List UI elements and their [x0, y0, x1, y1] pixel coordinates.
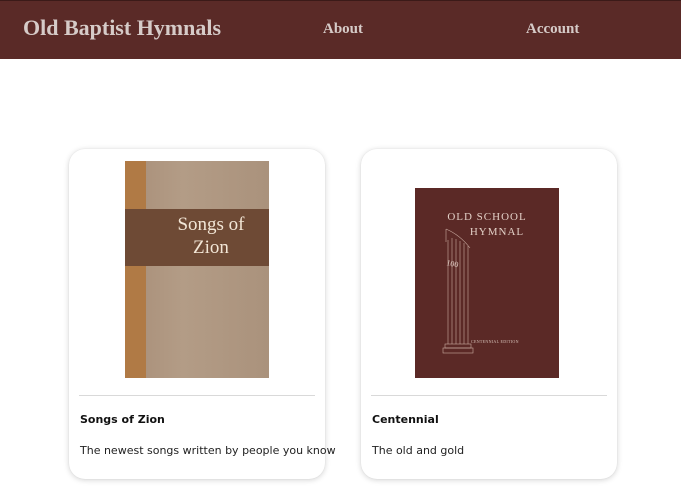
card-divider [79, 395, 315, 396]
cover-title-text: Songs of Zion [153, 213, 269, 259]
book-cover-image: OLD SCHOOL HYMNAL 100 CENTENNIAL EDITION [415, 188, 559, 378]
card-divider [371, 395, 607, 396]
column-number-text: 100 [446, 258, 460, 269]
nav-link-about[interactable]: About [323, 21, 363, 38]
pillar-illustration-icon: 100 [442, 228, 474, 354]
page: Old Baptist Hymnals About Account Songs … [0, 0, 681, 486]
card-description: The newest songs written by people you k… [80, 444, 336, 457]
cover-title-line-1: Songs of [177, 214, 245, 235]
cover-spine [125, 161, 146, 378]
book-cover-image: Songs of Zion [125, 161, 269, 378]
nav-link-account[interactable]: Account [526, 21, 579, 38]
cover-edition-text: CENTENNIAL EDITION [471, 339, 519, 344]
hymnal-card-centennial[interactable]: OLD SCHOOL HYMNAL 100 CENTENNIAL EDITION… [361, 149, 617, 479]
cover-title-line-2: Zion [193, 237, 229, 258]
top-navbar: Old Baptist Hymnals About Account [0, 0, 681, 59]
card-description: The old and gold [372, 444, 465, 457]
card-title: Songs of Zion [80, 413, 165, 426]
card-title: Centennial [372, 413, 439, 426]
brand-link[interactable]: Old Baptist Hymnals [23, 15, 221, 41]
hymnal-card-songs-of-zion[interactable]: Songs of Zion Songs of Zion The newest s… [69, 149, 336, 479]
